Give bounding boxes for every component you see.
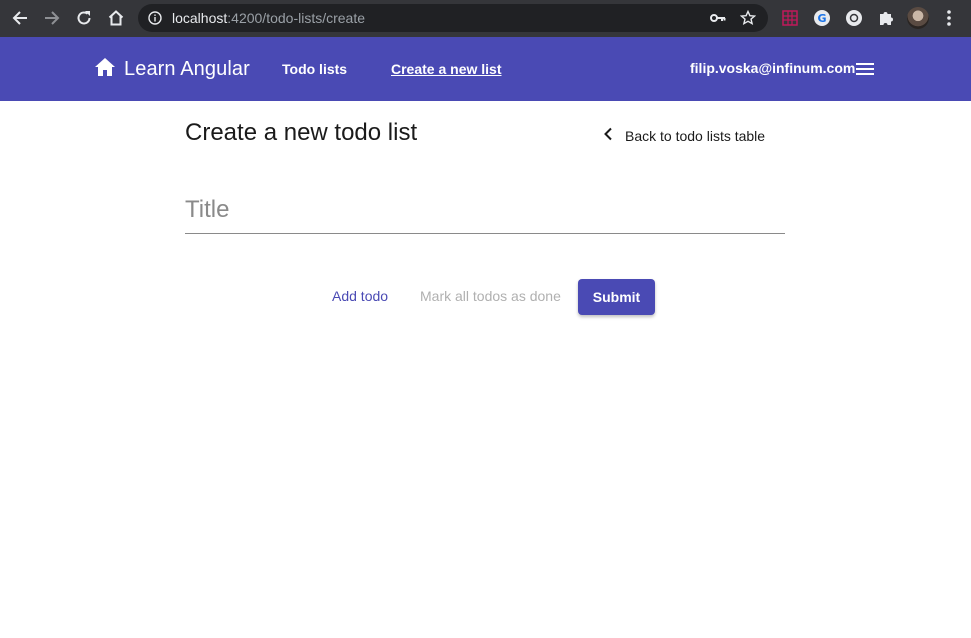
url-text[interactable]: localhost:4200/todo-lists/create <box>172 10 365 26</box>
page-title: Create a new todo list <box>185 119 418 146</box>
chevron-left-icon <box>603 127 613 144</box>
svg-text:G: G <box>817 12 826 25</box>
form-actions: Add todo Mark all todos as done Submit <box>0 279 971 315</box>
title-input[interactable] <box>185 192 785 228</box>
back-link-label: Back to todo lists table <box>625 127 766 144</box>
info-icon[interactable] <box>148 11 162 25</box>
mark-all-done-button[interactable]: Mark all todos as done <box>420 288 561 304</box>
submit-button[interactable]: Submit <box>578 279 655 315</box>
key-icon[interactable] <box>710 11 726 25</box>
profile-avatar[interactable] <box>907 7 929 29</box>
back-to-lists-link[interactable]: Back to todo lists table <box>603 127 765 144</box>
app-toolbar: Learn Angular Todo lists Create a new li… <box>0 37 971 101</box>
star-icon[interactable] <box>740 10 756 26</box>
home-icon[interactable] <box>105 7 127 29</box>
add-todo-button[interactable]: Add todo <box>332 288 388 304</box>
puzzle-icon[interactable] <box>876 8 896 28</box>
home-icon <box>94 57 116 82</box>
extension-g-icon[interactable]: G <box>812 8 832 28</box>
brand-title: Learn Angular <box>124 58 250 80</box>
nav-create-new-list[interactable]: Create a new list <box>391 61 502 77</box>
brand-link[interactable]: Learn Angular <box>94 57 250 82</box>
title-field <box>185 192 785 234</box>
extension-circle-icon[interactable] <box>844 8 864 28</box>
reload-icon[interactable] <box>73 7 95 29</box>
browser-toolbar: localhost:4200/todo-lists/create G <box>0 0 971 37</box>
user-email: filip.voska@infinum.com <box>690 60 856 76</box>
forward-arrow-icon[interactable] <box>41 7 63 29</box>
back-arrow-icon[interactable] <box>9 7 31 29</box>
extension-grid-icon[interactable] <box>780 8 800 28</box>
menu-icon[interactable] <box>855 61 875 77</box>
address-bar[interactable]: localhost:4200/todo-lists/create <box>138 4 768 32</box>
more-vert-icon[interactable] <box>941 8 957 28</box>
nav-todo-lists[interactable]: Todo lists <box>282 61 347 77</box>
